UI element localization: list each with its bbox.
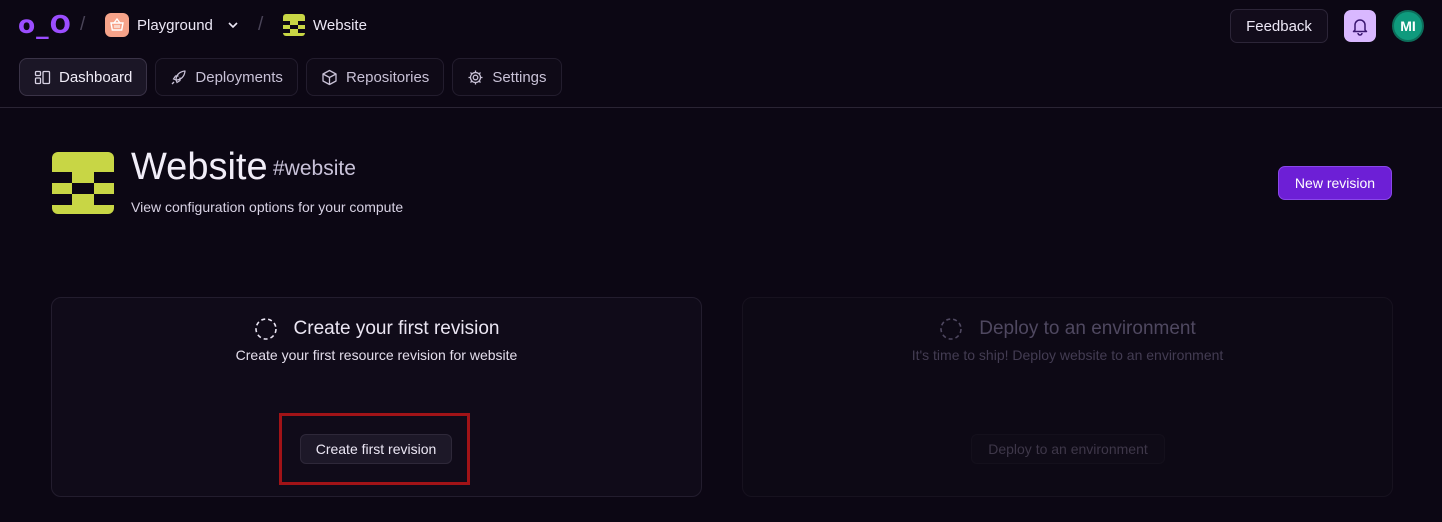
website-icon — [52, 152, 114, 214]
breadcrumb-resource-label: Website — [313, 16, 367, 34]
app-logo[interactable]: o_O — [18, 9, 72, 41]
notifications-button[interactable] — [1344, 10, 1376, 42]
basket-icon — [105, 13, 129, 37]
dashed-circle-icon — [940, 318, 963, 340]
deploy-card: Deploy to an environment It's time to sh… — [742, 297, 1393, 497]
avatar[interactable]: MI — [1392, 10, 1424, 42]
page-slug: #website — [273, 157, 356, 180]
tab-settings[interactable]: Settings — [452, 58, 562, 96]
website-icon — [283, 14, 305, 36]
feedback-button[interactable]: Feedback — [1230, 9, 1328, 43]
tab-label: Repositories — [345, 68, 430, 86]
revision-card-header: Create your first revision — [52, 316, 701, 342]
breadcrumb-resource[interactable]: Website — [283, 12, 367, 38]
tab-dashboard[interactable]: Dashboard — [19, 58, 148, 96]
breadcrumb-project-label: Playground — [137, 16, 213, 34]
breadcrumb-separator: / — [258, 14, 264, 35]
revision-card-description: Create your first resource revision for … — [235, 347, 518, 363]
deploy-card-description: It's time to ship! Deploy website to an … — [911, 347, 1224, 363]
breadcrumb-project[interactable]: Playground — [105, 12, 239, 38]
nav-tabs: Dashboard Deployments Repositories Setti… — [19, 58, 562, 96]
chevron-down-icon[interactable] — [227, 19, 239, 31]
rocket-icon — [171, 69, 187, 84]
tab-label: Dashboard — [59, 68, 133, 86]
header-divider — [0, 107, 1442, 108]
tab-label: Deployments — [195, 68, 283, 86]
dashboard-icon — [34, 70, 51, 84]
top-bar: o_O / Playground / Website Feedback MI — [0, 0, 1442, 50]
revision-card-title: Create your first revision — [293, 318, 500, 339]
breadcrumb-separator: / — [80, 14, 86, 35]
box-icon — [322, 69, 337, 85]
tab-label: Settings — [492, 68, 547, 86]
revision-card: Create your first revision Create your f… — [51, 297, 702, 497]
deploy-card-header: Deploy to an environment — [743, 316, 1392, 342]
page-subtitle: View configuration options for your comp… — [131, 199, 404, 215]
dashed-circle-icon — [254, 318, 277, 340]
tab-repositories[interactable]: Repositories — [305, 58, 445, 96]
new-revision-button[interactable]: New revision — [1278, 166, 1392, 200]
page-title: Website — [131, 146, 268, 188]
deploy-card-title: Deploy to an environment — [979, 318, 1196, 339]
tab-deployments[interactable]: Deployments — [155, 58, 298, 96]
bell-icon — [1352, 19, 1368, 36]
deploy-to-environment-button: Deploy to an environment — [971, 434, 1165, 464]
gear-icon — [468, 70, 483, 84]
create-first-revision-button[interactable]: Create first revision — [300, 434, 452, 464]
